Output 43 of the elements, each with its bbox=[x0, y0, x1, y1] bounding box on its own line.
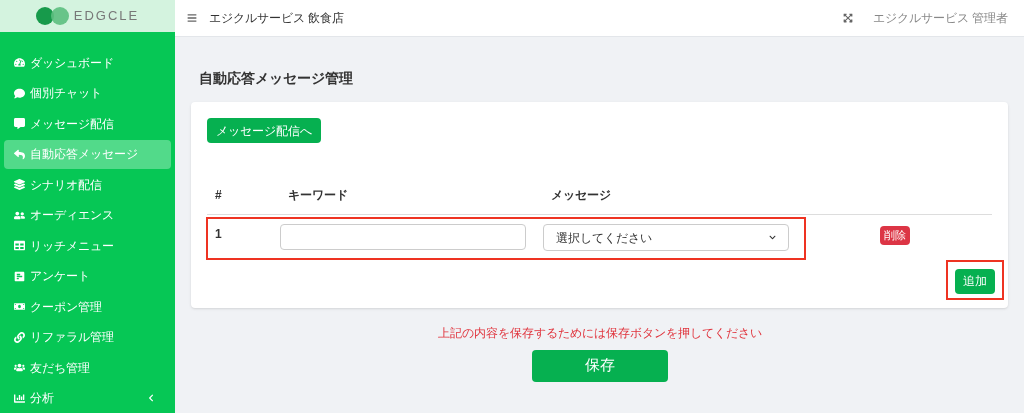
sidebar-item[interactable]: アンケート bbox=[4, 261, 171, 291]
page-title: 自動応答メッセージ管理 bbox=[199, 69, 354, 88]
group-icon bbox=[14, 362, 25, 374]
brand-name: EDGCLE bbox=[73, 7, 140, 26]
table-icon bbox=[14, 240, 25, 252]
add-button[interactable]: 追加 bbox=[955, 268, 995, 294]
gauge-icon bbox=[14, 57, 25, 69]
sidebar-item[interactable]: 分析 bbox=[4, 383, 171, 413]
sidebar-item[interactable]: 友だち管理 bbox=[4, 353, 171, 383]
save-button[interactable]: 保存 bbox=[531, 349, 668, 382]
sidebar-item[interactable]: 個別チャット bbox=[4, 78, 171, 108]
message-select[interactable]: 選択してください bbox=[543, 224, 789, 251]
people-icon bbox=[14, 209, 25, 221]
reply-arrow-icon bbox=[14, 148, 25, 160]
message-icon bbox=[14, 118, 25, 130]
save-notice: 上記の内容を保存するためには保存ボタンを押してください bbox=[436, 324, 763, 342]
caret-icon bbox=[769, 234, 776, 241]
sidebar-item[interactable]: オーディエンス bbox=[4, 200, 171, 230]
chart-icon bbox=[14, 270, 25, 282]
layers-icon bbox=[14, 179, 25, 191]
sidebar-item[interactable]: クーポン管理 bbox=[4, 292, 171, 322]
menu-icon[interactable] bbox=[187, 13, 197, 23]
keyword-field[interactable] bbox=[280, 224, 526, 250]
speech-bubble-icon bbox=[14, 87, 25, 99]
sidebar-item[interactable]: リッチメニュー bbox=[4, 231, 171, 261]
sidebar-item[interactable]: メッセージ配信 bbox=[4, 109, 171, 139]
column-header: # bbox=[214, 187, 222, 204]
logo-icon bbox=[35, 7, 70, 25]
fullscreen-icon[interactable] bbox=[842, 13, 853, 23]
sidebar-item[interactable]: シナリオ配信 bbox=[4, 170, 171, 200]
delete-button[interactable]: 削除 bbox=[880, 226, 910, 245]
chevron-icon bbox=[147, 394, 155, 403]
bar-chart-icon bbox=[14, 392, 25, 404]
link-button[interactable]: メッセージ配信へ bbox=[207, 118, 321, 143]
column-header: メッセージ bbox=[550, 187, 611, 204]
link-icon bbox=[14, 331, 25, 343]
column-header: キーワード bbox=[287, 187, 348, 204]
sidebar-item[interactable]: リファラル管理 bbox=[4, 322, 171, 352]
sidebar-item[interactable]: 自動応答メッセージ bbox=[4, 139, 171, 169]
sidebar-item[interactable]: ダッシュボード bbox=[4, 48, 171, 78]
user-name: エジクルサービス 管理者 bbox=[872, 10, 1008, 27]
store-name: エジクルサービス 飲食店 bbox=[209, 10, 346, 27]
row-number: 1 bbox=[214, 226, 222, 243]
